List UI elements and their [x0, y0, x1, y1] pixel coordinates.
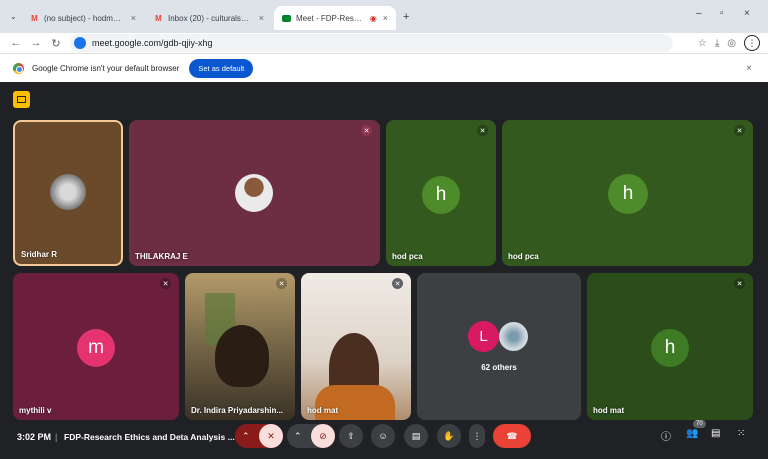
participant-name: Dr. Indira Priyadarshin... — [191, 406, 284, 415]
url-text: meet.google.com/gdb-qjiy-xhg — [92, 38, 213, 48]
toolbar-actions: ☆ ⤓ ◎ ⋮ — [698, 33, 760, 53]
participant-name: THILAKRAJ E — [135, 252, 188, 261]
mic-control-group: ⌃ ✕ — [235, 424, 283, 448]
minimize-icon[interactable]: – — [696, 8, 702, 19]
new-tab-button[interactable]: + — [403, 11, 409, 23]
tab-gmail-compose[interactable]: M (no subject) - hodmat@stjosep × — [22, 6, 144, 30]
reload-icon[interactable]: ↻ — [46, 37, 66, 50]
chat-icon[interactable]: ▤ — [711, 428, 720, 439]
participant-tile-mythili[interactable]: ✕ m mythili v — [13, 273, 179, 420]
participant-name: hod pca — [508, 252, 539, 261]
camera-options-icon[interactable]: ⌃ — [294, 431, 302, 442]
participant-tile-sridhar[interactable]: Sridhar R — [13, 120, 123, 266]
tab-title: Meet - FDP-Research Ethic — [296, 13, 366, 23]
meet-info-badge[interactable] — [13, 91, 30, 108]
recording-icon: ◉ — [369, 13, 377, 23]
address-bar[interactable]: meet.google.com/gdb-qjiy-xhg — [70, 34, 673, 52]
participant-name: mythili v — [19, 406, 52, 415]
video-person — [215, 325, 269, 387]
avatar — [50, 174, 86, 210]
avatar: h — [651, 329, 689, 367]
avatar: L — [468, 321, 499, 352]
infobar-close-icon[interactable]: × — [746, 63, 752, 74]
gmail-icon: M — [31, 13, 38, 23]
mic-off-button[interactable]: ✕ — [259, 424, 283, 448]
participant-name: hod pca — [392, 252, 423, 261]
meet-icon — [282, 14, 291, 22]
toolbar: ← → ↻ meet.google.com/gdb-qjiy-xhg ☆ ⤓ ◎… — [0, 33, 768, 53]
bookmark-star-icon[interactable]: ☆ — [698, 38, 707, 49]
gmail-icon: M — [155, 13, 162, 23]
captions-icon[interactable]: ▤ — [404, 424, 428, 448]
participant-name: hod mat — [593, 406, 625, 415]
emoji-icon[interactable]: ☺ — [371, 424, 395, 448]
tab-meet[interactable]: Meet - FDP-Research Ethic ◉ × — [274, 6, 396, 30]
tab-close-icon[interactable]: × — [131, 13, 136, 23]
participant-tile-indira[interactable]: ✕ Dr. Indira Priyadarshin... — [185, 273, 295, 420]
participant-tile-hod-mat[interactable]: ✕ h hod mat — [587, 273, 753, 420]
participant-tile-hod-mat-video[interactable]: ✕ hod mat — [301, 273, 411, 420]
camera-control-group: ⌃ ⊘ — [287, 424, 335, 448]
participant-tile-hod-pca-1[interactable]: ✕ h hod pca — [386, 120, 496, 266]
avatar: h — [422, 176, 460, 214]
mic-off-icon: ✕ — [160, 278, 171, 289]
mic-off-icon: ✕ — [276, 278, 287, 289]
infobar-message: Google Chrome isn't your default browser — [32, 63, 180, 73]
default-browser-infobar: Google Chrome isn't your default browser… — [0, 53, 768, 82]
mic-options-icon[interactable]: ⌃ — [242, 431, 250, 442]
meeting-title: FDP-Research Ethics and Deta Analysis ..… — [64, 432, 235, 442]
activities-icon[interactable]: ⁙ — [737, 428, 745, 439]
site-info-icon[interactable] — [74, 37, 86, 49]
window-close-icon[interactable]: × — [744, 8, 750, 19]
browser-chrome: ⌄ M (no subject) - hodmat@stjosep × M In… — [0, 0, 768, 82]
participant-name: Sridhar R — [21, 250, 58, 259]
chrome-logo-icon — [13, 62, 24, 74]
tab-title: Inbox (20) - culturals@stjoseph — [168, 13, 253, 23]
participant-count-badge: 70 — [693, 420, 706, 428]
avatar-photo — [497, 320, 530, 353]
tab-close-icon[interactable]: × — [259, 13, 264, 23]
meet-stage: Sridhar R ✕ THILAKRAJ E ✕ h hod pca ✕ h … — [0, 82, 768, 459]
participant-tile-hod-pca-2[interactable]: ✕ h hod pca — [502, 120, 753, 266]
raise-hand-icon[interactable]: ✋ — [437, 424, 461, 448]
profile-icon[interactable]: ◎ — [727, 38, 736, 49]
avatar: m — [77, 329, 115, 367]
others-count-label: 62 others — [481, 363, 517, 372]
leave-call-button[interactable]: ☎ — [493, 424, 531, 448]
participant-tile-others[interactable]: L 62 others — [417, 273, 581, 420]
tab-strip: ⌄ M (no subject) - hodmat@stjosep × M In… — [0, 0, 768, 33]
participant-tile-thilakraj[interactable]: ✕ THILAKRAJ E — [129, 120, 380, 266]
download-icon[interactable]: ⤓ — [715, 38, 719, 49]
mic-off-icon: ✕ — [361, 125, 372, 136]
forward-icon[interactable]: → — [26, 37, 46, 49]
participant-name: hod mat — [307, 406, 339, 415]
tab-title: (no subject) - hodmat@stjosep — [44, 13, 125, 23]
avatar: h — [608, 174, 648, 214]
tab-gmail-inbox[interactable]: M Inbox (20) - culturals@stjoseph × — [146, 6, 272, 30]
people-icon[interactable]: 👥 — [686, 428, 698, 439]
present-screen-button[interactable]: ⇧ — [339, 424, 363, 448]
camera-off-button[interactable]: ⊘ — [311, 424, 335, 448]
mic-off-icon: ✕ — [392, 278, 403, 289]
set-default-button[interactable]: Set as default — [189, 58, 254, 78]
meeting-details-icon[interactable]: ⓘ — [661, 428, 671, 443]
tab-close-icon[interactable]: × — [383, 13, 388, 23]
title-separator: | — [55, 432, 58, 442]
meeting-clock: 3:02 PM — [17, 432, 52, 442]
mic-off-icon: ✕ — [477, 125, 488, 136]
back-icon[interactable]: ← — [6, 37, 26, 49]
tab-search-icon[interactable]: ⌄ — [10, 12, 17, 21]
mic-off-icon: ✕ — [734, 278, 745, 289]
chrome-menu-icon[interactable]: ⋮ — [744, 35, 760, 51]
meet-control-bar: 3:02 PM | FDP-Research Ethics and Deta A… — [0, 415, 768, 459]
more-options-icon[interactable]: ⋮ — [469, 424, 485, 448]
avatar — [235, 174, 273, 212]
restore-icon[interactable]: ▫ — [720, 8, 724, 19]
mic-off-icon: ✕ — [734, 125, 745, 136]
